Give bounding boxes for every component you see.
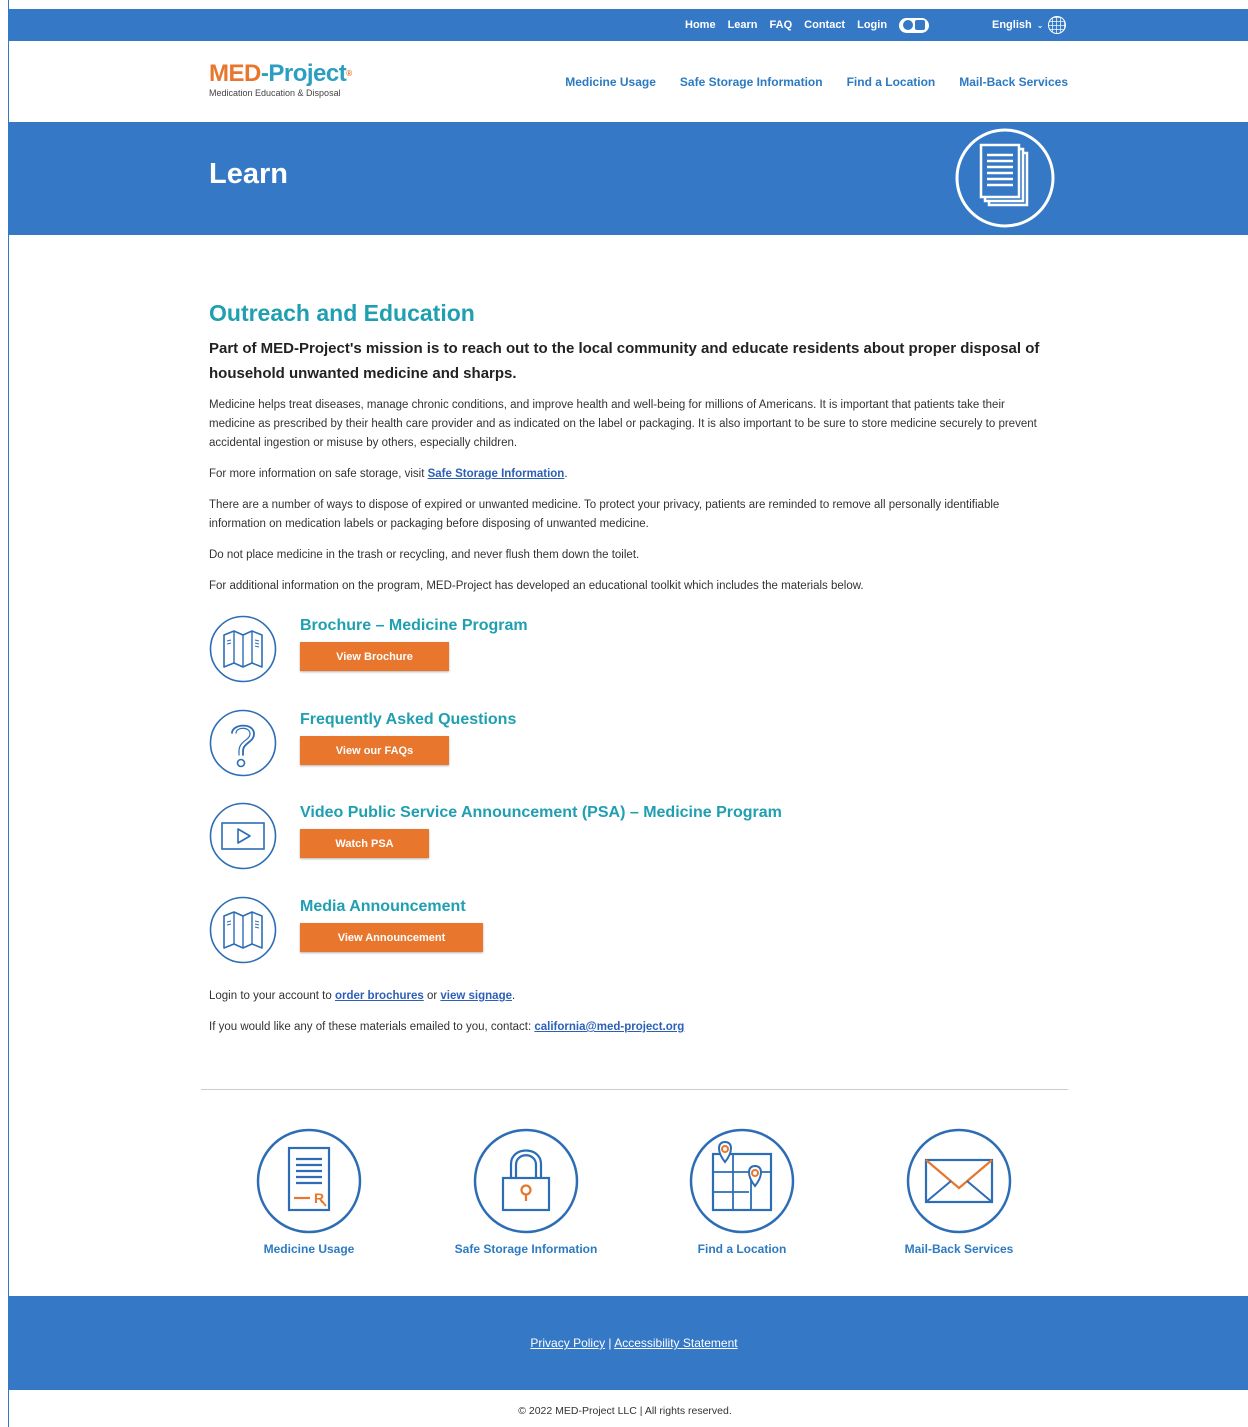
page-title: Learn (209, 158, 288, 190)
site-footer: Privacy Policy | Accessibility Statement (9, 1296, 1248, 1390)
nav-medicine-usage[interactable]: Medicine Usage (565, 75, 656, 89)
main-content: Outreach and Education Part of MED-Proje… (209, 300, 1049, 596)
topnav-contact-link[interactable]: Contact (804, 19, 845, 31)
nav-mail-back[interactable]: Mail-Back Services (959, 75, 1068, 89)
material-item: Video Public Service Announcement (PSA) … (209, 802, 1009, 872)
documents-icon (955, 128, 1055, 228)
chevron-down-icon: ⌄ (1036, 20, 1044, 30)
login-note-or: or (423, 990, 441, 1002)
site-header: MED-Project® Medication Education & Disp… (9, 41, 1248, 122)
quicklink-label: Safe Storage Information (454, 1242, 598, 1256)
accessibility-icon (903, 20, 914, 30)
page-hero: Learn (9, 122, 1248, 235)
quicklink-find-location[interactable]: Find a Location (642, 1128, 842, 1256)
material-item: Frequently Asked Questions View our FAQs (209, 709, 1009, 779)
view-signage-link[interactable]: view signage (440, 990, 512, 1002)
material-title: Brochure – Medicine Program (300, 617, 528, 634)
globe-icon (1048, 16, 1067, 34)
footer-links: Privacy Policy | Accessibility Statement (9, 1336, 1248, 1350)
video-play-icon (209, 802, 277, 870)
login-note-period: . (512, 990, 516, 1002)
paragraph-privacy: There are a number of ways to dispose of… (209, 499, 1000, 530)
utility-nav: Home Learn FAQ Contact Login (685, 9, 930, 41)
quicklink-label: Find a Location (697, 1242, 787, 1256)
nav-safe-storage[interactable]: Safe Storage Information (680, 75, 823, 89)
quicklink-safe-storage[interactable]: Safe Storage Information (426, 1128, 626, 1256)
display-mode-icon (915, 20, 926, 30)
material-title: Frequently Asked Questions (300, 711, 517, 728)
login-note: Login to your account to order brochures… (209, 990, 515, 1002)
footer-separator: | (605, 1336, 615, 1350)
quicklink-medicine-usage[interactable]: R Medicine Usage (209, 1128, 409, 1256)
lead-paragraph: Part of MED-Project's mission is to reac… (209, 340, 1040, 382)
contact-email-link[interactable]: california@med-project.org (534, 1021, 684, 1033)
topnav-home-link[interactable]: Home (685, 19, 716, 31)
material-item: Brochure – Medicine Program View Brochur… (209, 615, 1009, 685)
envelope-icon (906, 1128, 1012, 1234)
quicklink-label: Mail-Back Services (904, 1242, 1014, 1256)
watch-psa-button[interactable]: Watch PSA (300, 829, 429, 858)
padlock-icon (473, 1128, 579, 1234)
section-heading: Outreach and Education (209, 300, 475, 326)
accessibility-toggle[interactable] (899, 17, 930, 33)
main-nav: Medicine Usage Safe Storage Information … (565, 41, 1068, 122)
accessibility-statement-link[interactable]: Accessibility Statement (614, 1336, 737, 1350)
language-label: English (992, 19, 1032, 31)
topnav-faq-link[interactable]: FAQ (770, 19, 793, 31)
quicklink-label: Medicine Usage (263, 1242, 355, 1256)
email-note: If you would like any of these materials… (209, 1021, 684, 1033)
logo-registered-mark: ® (346, 69, 352, 78)
page-left-border (0, 0, 9, 1427)
copyright-text: © 2022 MED-Project LLC | All rights rese… (518, 1405, 732, 1417)
prescription-document-icon: R (256, 1128, 362, 1234)
material-title: Video Public Service Announcement (PSA) … (300, 804, 782, 821)
brochure-icon (209, 896, 277, 964)
quicklink-mail-back[interactable]: Mail-Back Services (859, 1128, 1059, 1256)
map-pin-icon (689, 1128, 795, 1234)
view-faqs-button[interactable]: View our FAQs (300, 736, 449, 765)
question-icon (209, 709, 277, 777)
section-divider (201, 1089, 1068, 1090)
order-brochures-link[interactable]: order brochures (335, 990, 424, 1002)
logo-tagline: Medication Education & Disposal (209, 88, 341, 98)
email-note-text: If you would like any of these materials… (209, 1021, 535, 1033)
safe-storage-link[interactable]: Safe Storage Information (428, 468, 565, 480)
brochure-icon (209, 615, 277, 683)
privacy-policy-link[interactable]: Privacy Policy (530, 1336, 605, 1350)
logo-project-text: Project (268, 60, 347, 87)
paragraph-medicine-helps: Medicine helps treat diseases, manage ch… (209, 399, 1037, 449)
logo-med-text: MED (209, 60, 261, 87)
login-note-text: Login to your account to (209, 990, 335, 1002)
top-utility-bar: Home Learn FAQ Contact Login English ⌄ (9, 9, 1248, 41)
view-announcement-button[interactable]: View Announcement (300, 923, 483, 952)
material-item: Media Announcement View Announcement (209, 896, 1009, 966)
paragraph-toolkit: For additional information on the progra… (209, 580, 864, 592)
paragraph-safe-storage: For more information on safe storage, vi… (209, 465, 1049, 484)
view-brochure-button[interactable]: View Brochure (300, 642, 449, 671)
svg-text:R: R (314, 1190, 324, 1206)
safe-storage-period: . (564, 468, 568, 480)
med-project-logo[interactable]: MED-Project® Medication Education & Disp… (209, 60, 352, 99)
safe-storage-text: For more information on safe storage, vi… (209, 468, 428, 480)
page: Home Learn FAQ Contact Login English ⌄ M… (9, 0, 1248, 1427)
topnav-learn-link[interactable]: Learn (728, 19, 758, 31)
nav-find-location[interactable]: Find a Location (847, 75, 936, 89)
language-selector[interactable]: English ⌄ (992, 9, 1067, 41)
material-title: Media Announcement (300, 898, 466, 915)
topnav-login-link[interactable]: Login (857, 19, 887, 31)
paragraph-do-not-flush: Do not place medicine in the trash or re… (209, 549, 640, 561)
